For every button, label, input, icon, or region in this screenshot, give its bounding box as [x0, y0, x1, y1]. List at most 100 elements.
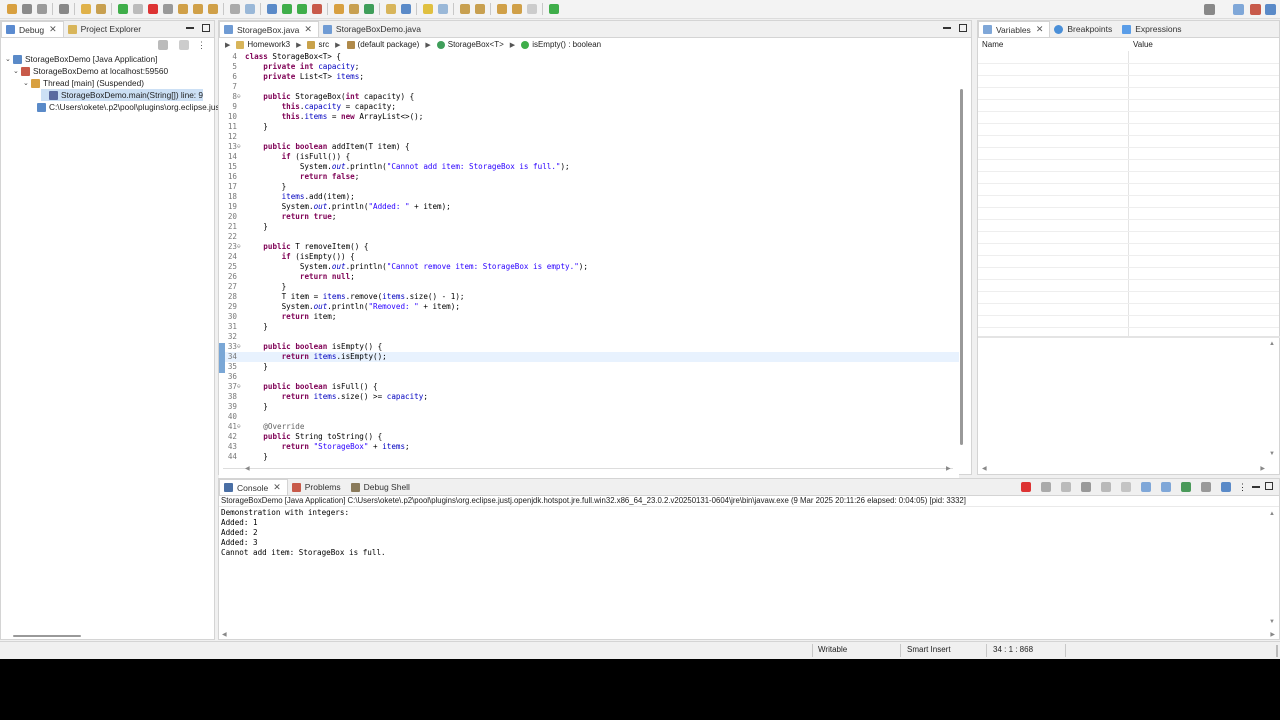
status-cursor-position[interactable]: 34 : 1 : 868: [993, 645, 1033, 654]
tab-variables[interactable]: Variables ✕: [978, 21, 1051, 37]
code-line[interactable]: 40: [219, 412, 959, 422]
code-line[interactable]: 35 }: [219, 362, 959, 372]
next-annotation-icon[interactable]: [459, 4, 470, 14]
code-line[interactable]: 23 ⊖ public T removeItem() {: [219, 242, 959, 252]
maximize-icon[interactable]: [202, 24, 210, 32]
resume-icon[interactable]: [117, 4, 128, 14]
new-class-icon[interactable]: [363, 4, 374, 14]
new-icon[interactable]: [6, 4, 17, 14]
line-number[interactable]: 32: [219, 332, 237, 342]
chevron-right-icon[interactable]: ▶: [225, 41, 230, 49]
code-line[interactable]: 14 if (isFull()) {: [219, 152, 959, 162]
view-menu-icon[interactable]: ⋮: [1238, 482, 1247, 493]
code-line[interactable]: 27 }: [219, 282, 959, 292]
terminate-icon[interactable]: [1020, 482, 1031, 492]
code-line[interactable]: 22: [219, 232, 959, 242]
code-editor[interactable]: 4 class StorageBox<T> {5 private int capa…: [219, 52, 959, 486]
new-java-project-icon[interactable]: [333, 4, 344, 14]
close-icon[interactable]: ✕: [304, 24, 312, 35]
code-line[interactable]: 26 return null;: [219, 272, 959, 282]
close-icon[interactable]: ✕: [49, 24, 57, 35]
code-line[interactable]: 28 T item = items.remove(items.size() - …: [219, 292, 959, 302]
open-perspective-icon[interactable]: [1233, 4, 1244, 15]
step-over-icon[interactable]: [192, 4, 203, 14]
back-icon[interactable]: [511, 4, 522, 14]
print-icon[interactable]: [58, 4, 69, 14]
line-number[interactable]: 28: [219, 292, 237, 302]
remove-launches-icon[interactable]: [178, 40, 189, 50]
fold-toggle-icon[interactable]: ⊖: [237, 142, 243, 152]
open-console-icon[interactable]: [1220, 482, 1231, 492]
line-number[interactable]: 44: [219, 452, 237, 462]
fold-toggle-icon[interactable]: ⊖: [237, 92, 243, 102]
code-line[interactable]: 10 this.items = new ArrayList<>();: [219, 112, 959, 122]
drop-to-frame-icon[interactable]: [229, 4, 240, 14]
code-line[interactable]: 33 ⊖ public boolean isEmpty() {: [219, 342, 959, 352]
line-number[interactable]: 18: [219, 192, 237, 202]
debug-run-icon[interactable]: [266, 4, 277, 14]
code-line[interactable]: 5 private int capacity;: [219, 62, 959, 72]
code-line[interactable]: 37 ⊖ public boolean isFull() {: [219, 382, 959, 392]
tab-console[interactable]: Console ✕: [219, 479, 288, 495]
code-line[interactable]: 32: [219, 332, 959, 342]
minimize-icon[interactable]: [1252, 486, 1260, 488]
column-header-name[interactable]: Name: [982, 38, 1003, 50]
terminate-icon[interactable]: [147, 4, 158, 14]
debug-tree-item[interactable]: ⌄ Thread [main] (Suspended): [23, 77, 144, 89]
line-number[interactable]: 15: [219, 162, 237, 172]
chevron-down-icon[interactable]: ⌄: [23, 79, 31, 87]
line-number[interactable]: 31: [219, 322, 237, 332]
debug-tree-item[interactable]: StorageBoxDemo.main(String[]) line: 9: [41, 89, 204, 101]
code-line[interactable]: 16 return false;: [219, 172, 959, 182]
line-number[interactable]: 16: [219, 172, 237, 182]
clear-console-icon[interactable]: [1080, 482, 1091, 492]
line-number[interactable]: 22: [219, 232, 237, 242]
scroll-left-icon[interactable]: ◀: [982, 465, 987, 472]
display-console-icon[interactable]: [1200, 482, 1211, 492]
search-icon[interactable]: [1204, 4, 1215, 15]
debug-tree-item[interactable]: ⌄ StorageBoxDemo [Java Application]: [5, 53, 157, 65]
code-line[interactable]: 13 ⊖ public boolean addItem(T item) {: [219, 142, 959, 152]
column-header-value[interactable]: Value: [1133, 38, 1153, 50]
console-output[interactable]: Demonstration with integers: Added: 1 Adde…: [221, 508, 386, 558]
line-number[interactable]: 25: [219, 262, 237, 272]
line-number[interactable]: 17: [219, 182, 237, 192]
breadcrumb-method[interactable]: isEmpty() : boolean: [521, 40, 601, 49]
code-line[interactable]: 8 ⊖ public StorageBox(int capacity) {: [219, 92, 959, 102]
fold-toggle-icon[interactable]: ⊖: [237, 422, 243, 432]
tab-breakpoints[interactable]: Breakpoints: [1050, 21, 1118, 37]
scroll-up-icon[interactable]: ▲: [1269, 341, 1275, 347]
disconnect-icon[interactable]: [162, 4, 173, 14]
step-return-icon[interactable]: [207, 4, 218, 14]
line-number[interactable]: 19: [219, 202, 237, 212]
code-line[interactable]: 6 private List<T> items;: [219, 72, 959, 82]
code-line[interactable]: 43 return "StorageBox" + items;: [219, 442, 959, 452]
scroll-left-icon[interactable]: ◀: [245, 465, 250, 472]
build-icon[interactable]: [95, 4, 106, 14]
code-line[interactable]: 11 }: [219, 122, 959, 132]
code-line[interactable]: 4 class StorageBox<T> {: [219, 52, 959, 62]
code-line[interactable]: 20 return true;: [219, 212, 959, 222]
editor-horizontal-scrollbar[interactable]: [223, 468, 953, 469]
last-edit-location-icon[interactable]: [496, 4, 507, 14]
chevron-down-icon[interactable]: ⌄: [5, 55, 13, 63]
remove-all-terminated-icon[interactable]: [1060, 482, 1071, 492]
scroll-down-icon[interactable]: ▼: [1269, 619, 1275, 625]
line-number[interactable]: 5: [219, 62, 237, 72]
code-line[interactable]: 38 return items.size() >= capacity;: [219, 392, 959, 402]
tab-project-explorer[interactable]: Project Explorer: [64, 21, 147, 37]
maximize-icon[interactable]: [1265, 482, 1273, 490]
fold-toggle-icon[interactable]: ⊖: [237, 342, 243, 352]
view-menu-icon[interactable]: ⋮: [197, 40, 206, 51]
close-icon[interactable]: ✕: [273, 482, 281, 493]
run-icon[interactable]: [281, 4, 292, 14]
previous-annotation-icon[interactable]: [474, 4, 485, 14]
minimize-icon[interactable]: [186, 27, 194, 29]
new-package-icon[interactable]: [348, 4, 359, 14]
open-type-icon[interactable]: [385, 4, 396, 14]
line-number[interactable]: 7: [219, 82, 237, 92]
debug-perspective-icon[interactable]: [1265, 4, 1276, 15]
code-line[interactable]: 29 System.out.println("Removed: " + item…: [219, 302, 959, 312]
code-line[interactable]: 18 items.add(item);: [219, 192, 959, 202]
scroll-left-icon[interactable]: ◀: [222, 631, 227, 638]
